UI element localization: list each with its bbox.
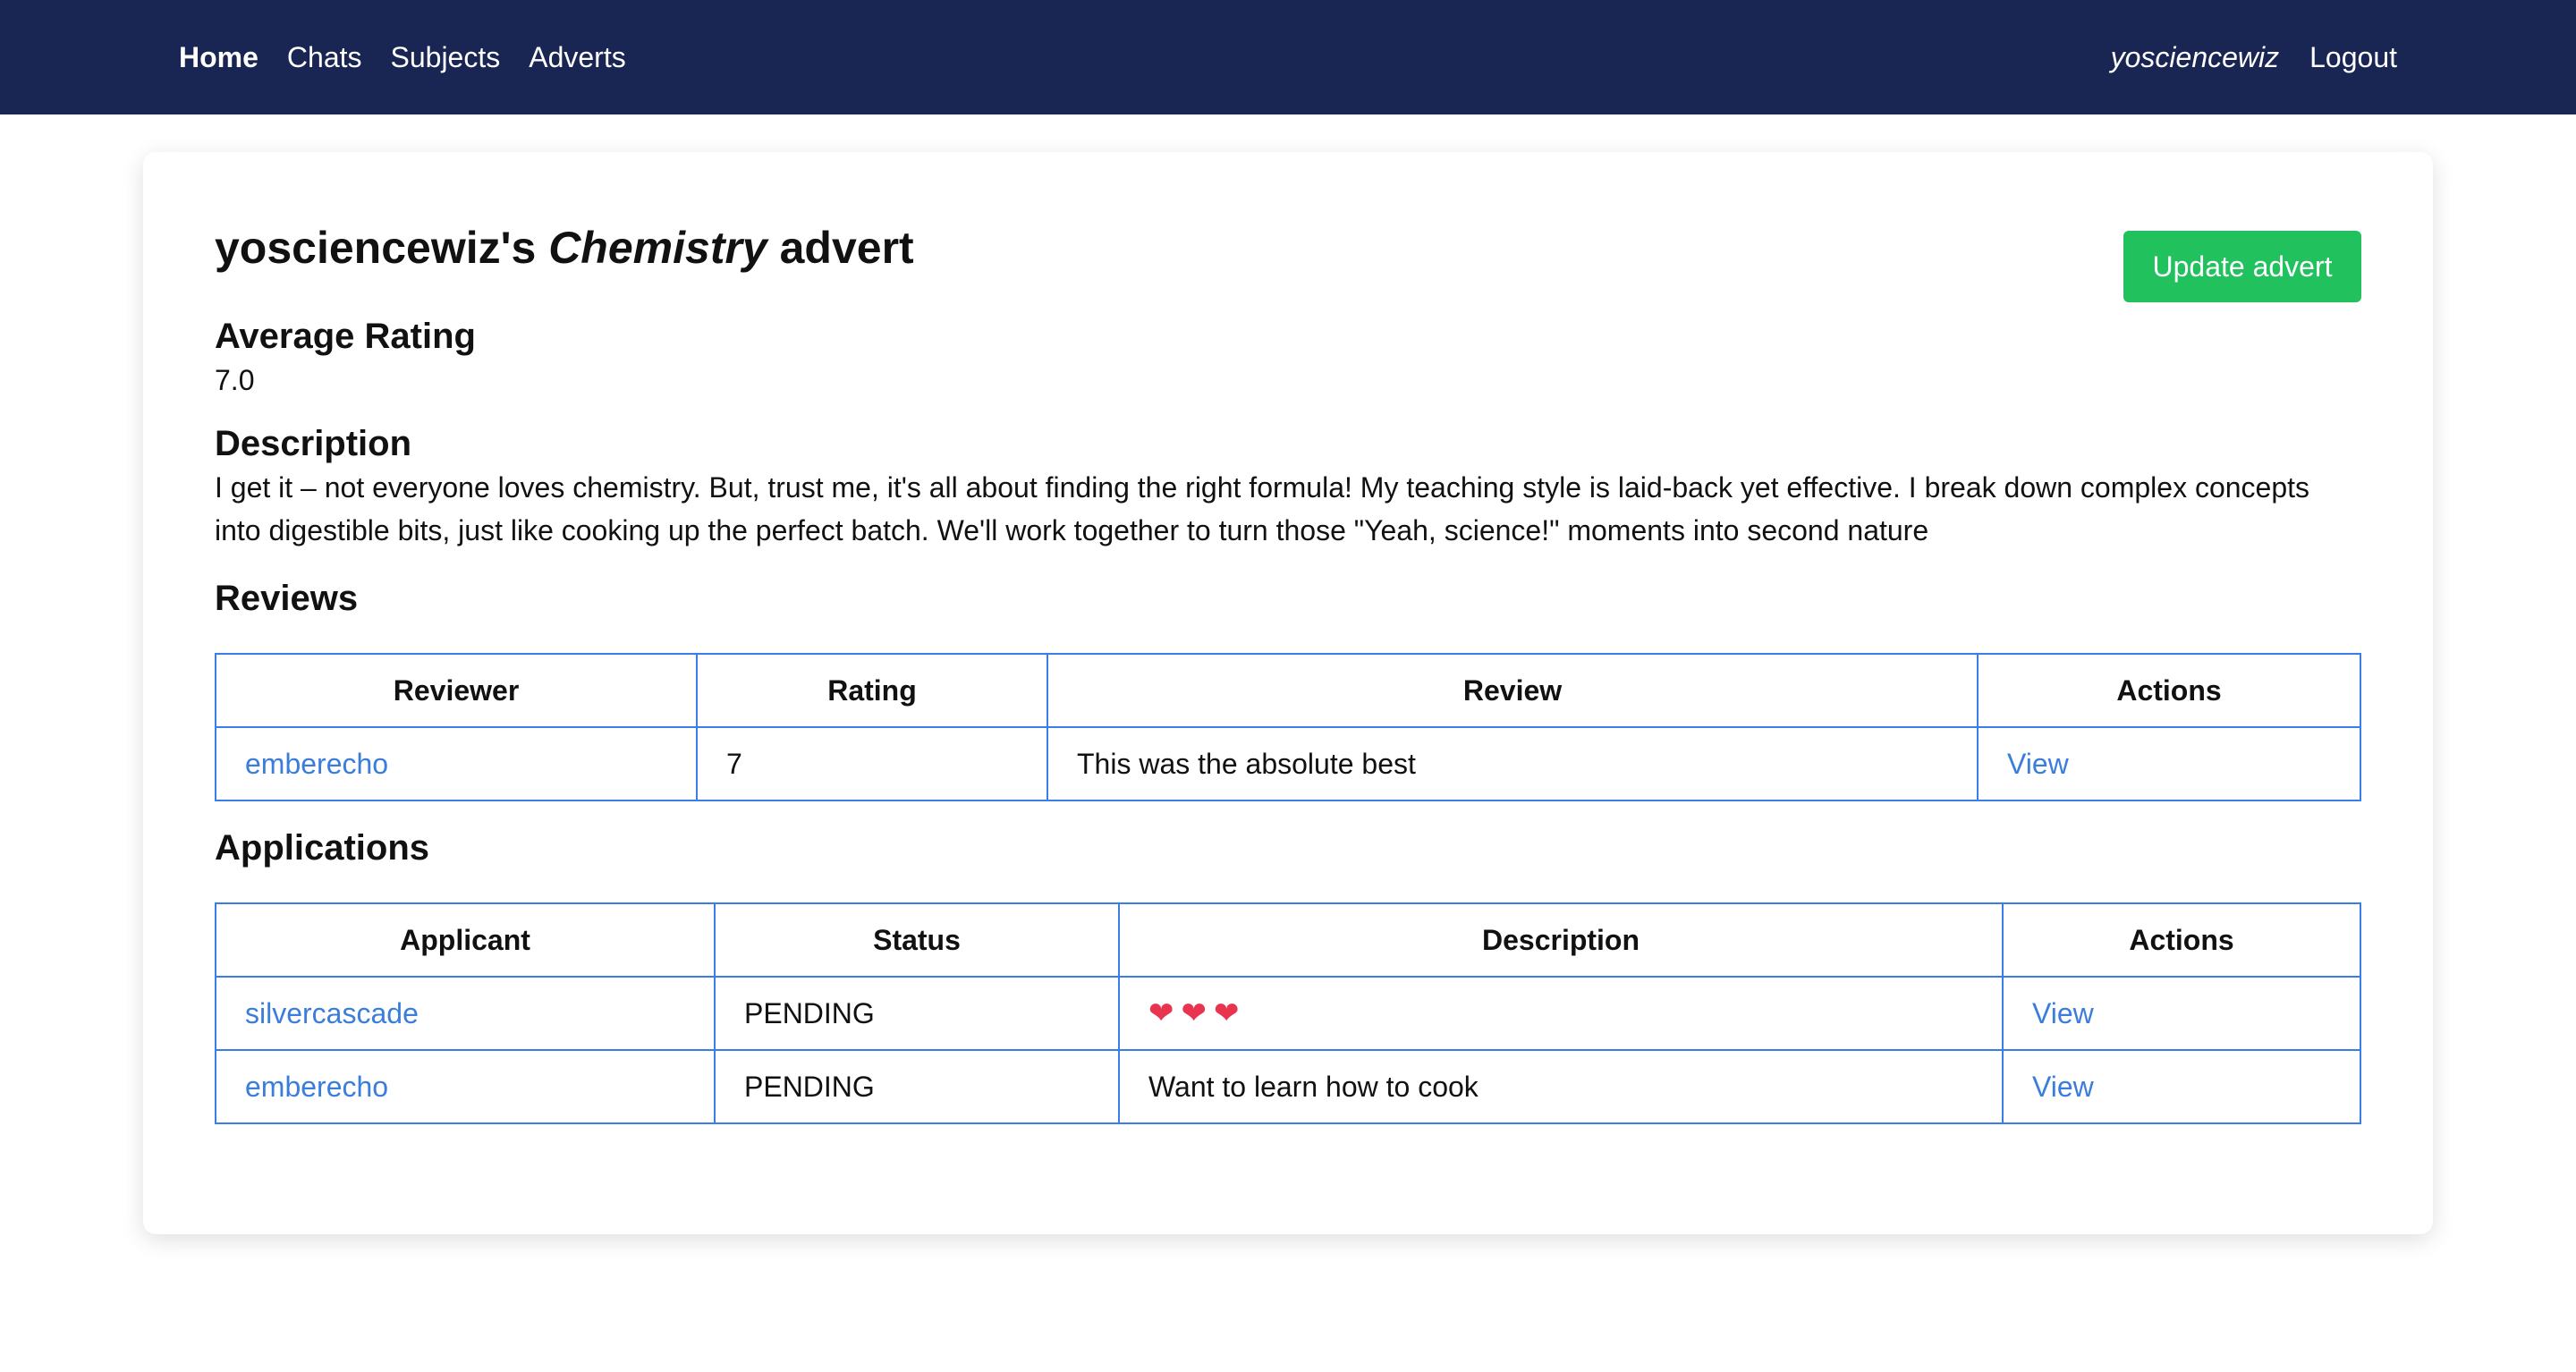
title-row: yosciencewiz's Chemistry advert Update a… bbox=[215, 220, 2361, 302]
nav-chats-link[interactable]: Chats bbox=[287, 41, 362, 74]
nav-username-link[interactable]: yosciencewiz bbox=[2111, 41, 2280, 74]
table-row: emberecho 7 This was the absolute best V… bbox=[215, 726, 2361, 801]
top-navbar: Home Chats Subjects Adverts yosciencewiz… bbox=[0, 0, 2576, 114]
applicant-link[interactable]: silvercascade bbox=[245, 997, 419, 1029]
nav-home-link[interactable]: Home bbox=[179, 41, 258, 74]
title-owner: yosciencewiz's bbox=[215, 223, 549, 273]
applications-heading: Applications bbox=[215, 828, 430, 868]
col-header-actions: Actions bbox=[1977, 653, 2361, 728]
status-cell: PENDING bbox=[714, 976, 1120, 1051]
col-header-applicant: Applicant bbox=[215, 902, 716, 978]
average-rating-heading: Average Rating bbox=[215, 317, 476, 356]
actions-cell: View bbox=[2002, 1049, 2361, 1124]
view-application-link[interactable]: View bbox=[2032, 1071, 2094, 1103]
view-application-link[interactable]: View bbox=[2032, 997, 2094, 1029]
advert-description: I get it – not everyone loves chemistry.… bbox=[215, 471, 2310, 546]
reviewer-link[interactable]: emberecho bbox=[245, 748, 388, 780]
reviews-table: Reviewer Rating Review Actions emberecho… bbox=[215, 653, 2361, 801]
description-heading: Description bbox=[215, 424, 412, 463]
applicant-cell: silvercascade bbox=[215, 976, 716, 1051]
reviews-header-row: Reviewer Rating Review Actions bbox=[215, 653, 2361, 728]
applications-header-row: Applicant Status Description Actions bbox=[215, 902, 2361, 978]
page-title: yosciencewiz's Chemistry advert bbox=[215, 222, 914, 274]
description-cell: Want to learn how to cook bbox=[1118, 1049, 2004, 1124]
col-header-actions: Actions bbox=[2002, 902, 2361, 978]
review-cell: This was the absolute best bbox=[1046, 726, 1979, 801]
update-advert-button[interactable]: Update advert bbox=[2123, 231, 2361, 302]
description-cell: ❤❤❤ bbox=[1118, 976, 2004, 1051]
applicant-link[interactable]: emberecho bbox=[245, 1071, 388, 1103]
table-row: emberecho PENDING Want to learn how to c… bbox=[215, 1049, 2361, 1124]
average-rating-value: 7.0 bbox=[215, 364, 255, 396]
nav-logout-link[interactable]: Logout bbox=[2309, 41, 2397, 74]
table-row: silvercascade PENDING ❤❤❤ View bbox=[215, 976, 2361, 1051]
actions-cell: View bbox=[2002, 976, 2361, 1051]
nav-adverts-link[interactable]: Adverts bbox=[529, 41, 625, 74]
applicant-cell: emberecho bbox=[215, 1049, 716, 1124]
col-header-description: Description bbox=[1118, 902, 2004, 978]
col-header-reviewer: Reviewer bbox=[215, 653, 698, 728]
title-suffix: advert bbox=[767, 223, 914, 273]
reviewer-cell: emberecho bbox=[215, 726, 698, 801]
actions-cell: View bbox=[1977, 726, 2361, 801]
hearts-emoji: ❤❤❤ bbox=[1148, 996, 1247, 1030]
nav-subjects-link[interactable]: Subjects bbox=[391, 41, 501, 74]
status-cell: PENDING bbox=[714, 1049, 1120, 1124]
title-subject: Chemistry bbox=[548, 223, 767, 273]
reviews-heading: Reviews bbox=[215, 579, 359, 618]
nav-user-area: yosciencewiz Logout bbox=[2080, 41, 2397, 74]
nav-links: Home Chats Subjects Adverts bbox=[179, 41, 655, 74]
col-header-status: Status bbox=[714, 902, 1120, 978]
col-header-rating: Rating bbox=[696, 653, 1048, 728]
advert-card: yosciencewiz's Chemistry advert Update a… bbox=[143, 152, 2433, 1234]
applications-table: Applicant Status Description Actions sil… bbox=[215, 902, 2361, 1124]
col-header-review: Review bbox=[1046, 653, 1979, 728]
view-review-link[interactable]: View bbox=[2007, 748, 2069, 780]
rating-cell: 7 bbox=[696, 726, 1048, 801]
